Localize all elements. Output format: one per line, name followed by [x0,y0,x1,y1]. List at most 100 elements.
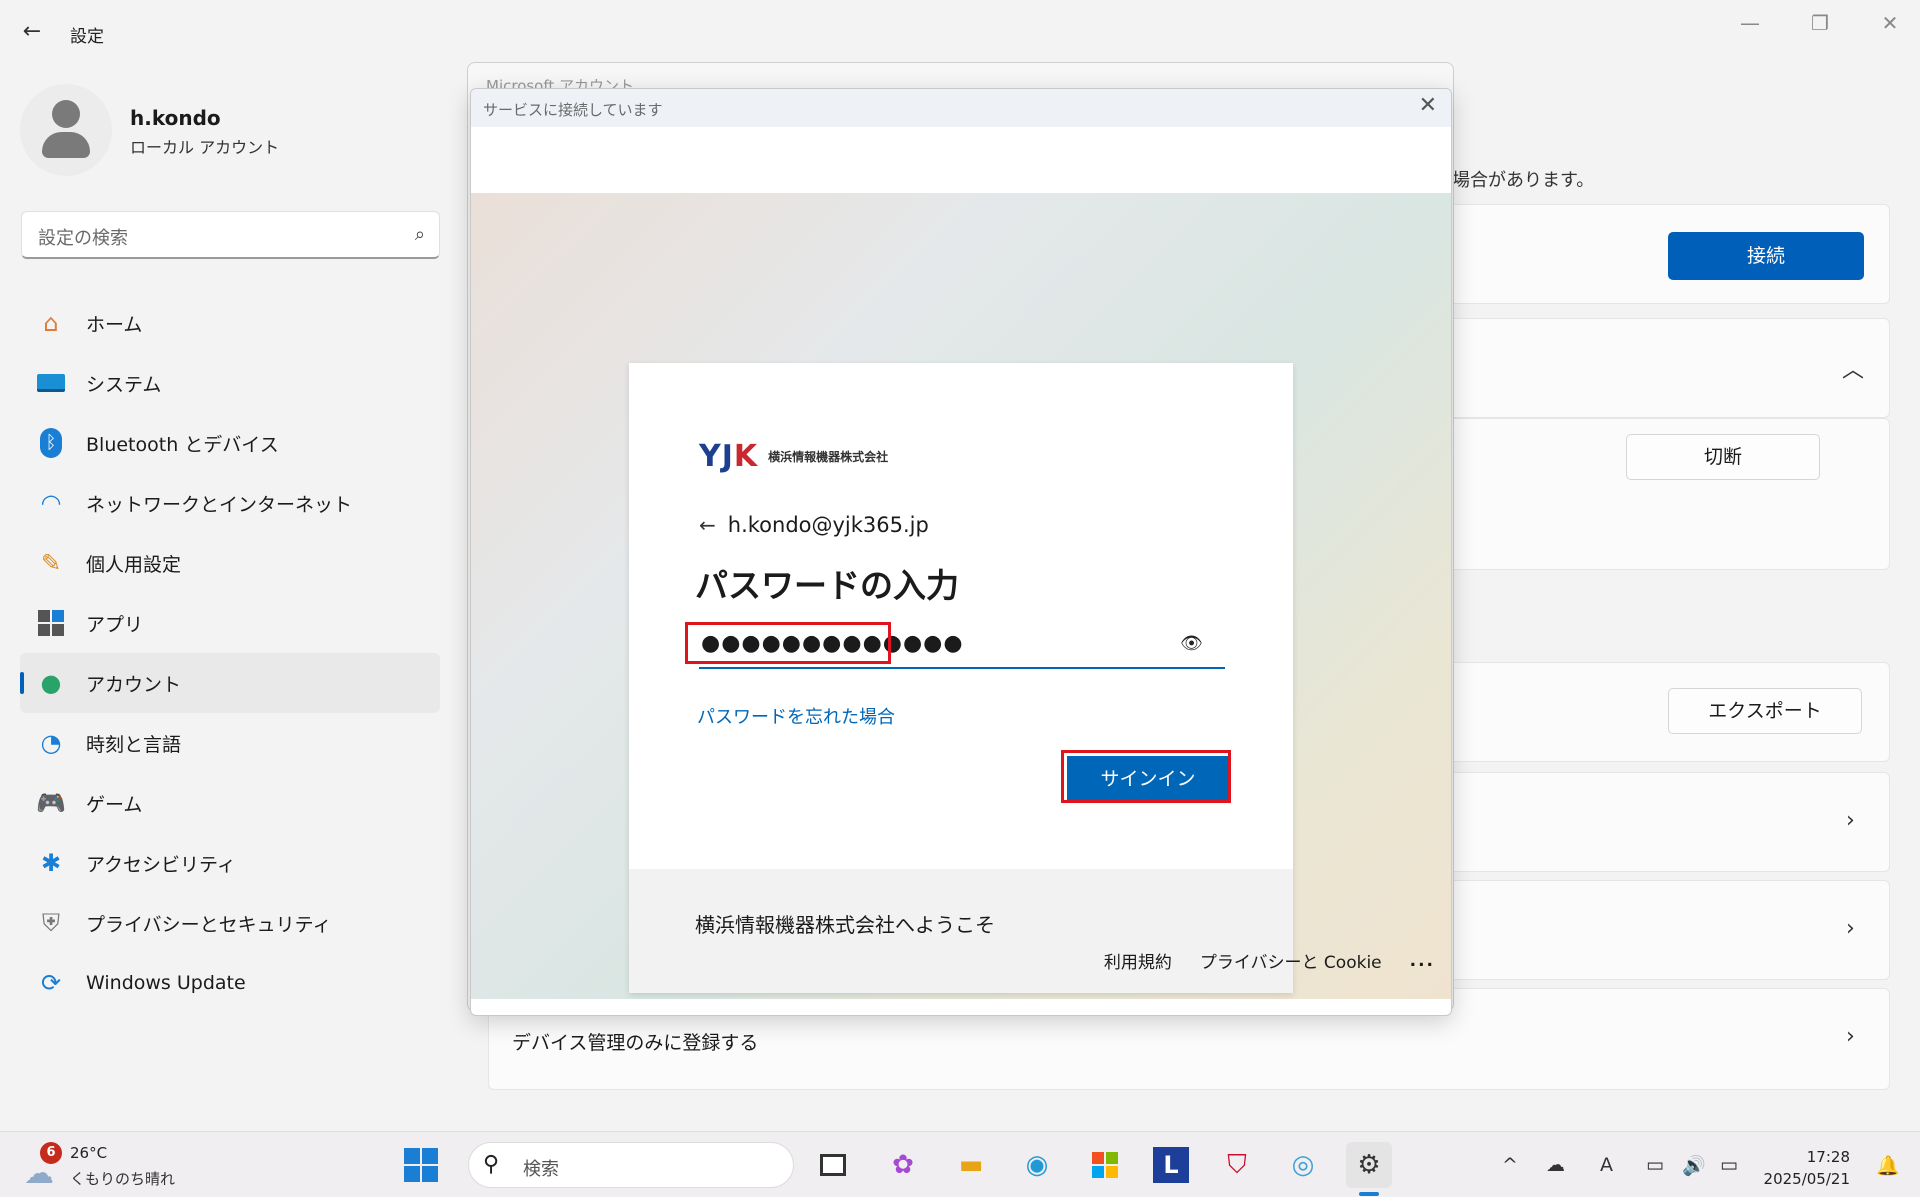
disconnect-button[interactable]: 切断 [1626,434,1820,480]
shield-icon: ⛨ [42,909,60,937]
search-icon: ⌕ [414,224,425,245]
sidebar-item-network[interactable]: ◠ ネットワークとインターネット [20,473,440,533]
temperature: 26°C [70,1144,108,1162]
onedrive-offline-icon[interactable]: ☁ [1546,1154,1565,1176]
edge-icon[interactable]: ◉ [1014,1142,1060,1188]
more-options-button[interactable]: ... [1410,951,1435,971]
account-type: ローカル アカウント [130,138,280,157]
sidebar-item-accessibility[interactable]: ✱ アクセシビリティ [20,833,440,893]
clock-globe-icon: ◔ [40,729,62,757]
app-title: 設定 [70,27,104,47]
sidebar-item-privacy[interactable]: ⛨ プライバシーとセキュリティ [20,893,440,953]
company-name: 横浜情報機器株式会社 [768,449,889,464]
sidebar-item-label: アプリ [86,613,144,636]
sidebar-item-accounts[interactable]: ● アカウント [20,653,440,713]
close-icon[interactable]: ✕ [1419,93,1437,118]
sidebar-item-label: ホーム [86,313,143,336]
system-icon [34,366,68,400]
account-icon: ● [40,669,62,697]
sidebar-item-label: 時刻と言語 [86,733,182,756]
sidebar-item-label: Bluetooth とデバイス [86,433,279,456]
sidebar-item-home[interactable]: ⌂ ホーム [20,293,440,353]
maximize-button[interactable]: ❐ [1798,8,1842,38]
email-text: h.kondo@yjk365.jp [727,513,929,537]
title-bar: ← 設定 — ❐ ✕ [0,0,1920,60]
device-management-label: デバイス管理のみに登録する [512,1032,759,1054]
search-icon: ⚲ [483,1152,500,1177]
dialog-header: サービスに接続しています ✕ [471,89,1451,127]
highlight-box [685,622,891,664]
sidebar-item-label: ネットワークとインターネット [86,493,353,516]
wifi-icon: ◠ [40,489,62,517]
l-app-icon[interactable]: L [1148,1142,1194,1188]
accessibility-icon: ✱ [40,849,62,877]
sidebar-item-label: システム [86,373,162,396]
back-arrow-icon[interactable]: ← [18,18,46,46]
sidebar-item-label: アクセシビリティ [86,853,236,876]
date: 2025/05/21 [1763,1170,1850,1188]
settings-search-input[interactable]: 設定の検索 ⌕ [21,211,440,259]
clock[interactable]: 17:28 2025/05/21 [1764,1146,1850,1190]
bluetooth-icon: ᛒ [34,426,68,460]
search-placeholder: 検索 [523,1159,559,1180]
copilot-icon[interactable]: ✿ [880,1142,926,1188]
sidebar-item-bluetooth[interactable]: ᛒ Bluetooth とデバイス [20,413,440,473]
sign-in-dialog: サービスに接続しています ✕ YJK 横浜情報機器株式会社 ← h.kondo@… [470,88,1452,1016]
chevron-right-icon: › [1846,808,1855,833]
gamepad-icon: 🎮 [36,789,66,817]
show-password-icon[interactable]: 👁 [1180,633,1203,654]
work-account-card [1440,318,1890,418]
ime-icon[interactable]: A [1600,1154,1613,1176]
store-icon[interactable] [1082,1142,1128,1188]
email-row: ← h.kondo@yjk365.jp [699,513,929,537]
weather-description: くもりのち晴れ [70,1170,176,1188]
search-placeholder: 設定の検索 [38,228,128,249]
active-app-indicator [1359,1192,1379,1196]
taskbar: ☁ 6 26°C くもりのち晴れ ⚲ 検索 ✿ ▬ ◉ L ⛉ ◎ ⚙ ^ ☁ … [0,1131,1920,1197]
sign-in-card: YJK 横浜情報機器株式会社 ← h.kondo@yjk365.jp パスワード… [629,363,1293,993]
volume-icon[interactable]: 🔊 [1682,1154,1706,1177]
taskbar-search-input[interactable]: ⚲ 検索 [468,1142,794,1188]
sidebar-item-apps[interactable]: アプリ [20,593,440,653]
sidebar-item-label: 個人用設定 [86,553,182,576]
company-logo: YJK 横浜情報機器株式会社 [699,438,889,474]
chevron-up-icon[interactable]: ^ [1502,1154,1518,1176]
back-arrow-icon[interactable]: ← [699,513,716,537]
sidebar-item-system[interactable]: システム [20,353,440,413]
export-button[interactable]: エクスポート [1668,688,1862,734]
notification-badge: 6 [40,1142,62,1164]
apps-icon [34,606,68,640]
sidebar-item-time-language[interactable]: ◔ 時刻と言語 [20,713,440,773]
sidebar-item-windows-update[interactable]: ⟳ Windows Update [20,953,440,1013]
forgot-password-link[interactable]: パスワードを忘れた場合 [697,703,895,729]
chevron-right-icon: › [1846,1024,1855,1049]
home-icon: ⌂ [43,309,59,337]
brush-icon: ✎ [40,549,62,577]
battery-icon[interactable]: ▭ [1720,1154,1738,1176]
mcafee-icon[interactable]: ⛉ [1214,1142,1260,1188]
settings-row[interactable] [1440,772,1890,872]
sidebar-item-personalization[interactable]: ✎ 個人用設定 [20,533,440,593]
network-app-icon[interactable]: ◎ [1280,1142,1326,1188]
sidebar-item-label: ゲーム [86,793,143,816]
chevron-up-icon[interactable]: ︿ [1842,352,1864,384]
terms-link[interactable]: 利用規約 [1104,948,1172,973]
welcome-text: 横浜情報機器株式会社へようこそ [695,913,995,937]
info-text: 場合があります。 [1452,170,1595,191]
close-button[interactable]: ✕ [1868,8,1912,38]
privacy-link[interactable]: プライバシーと Cookie [1200,948,1382,973]
dialog-background: YJK 横浜情報機器株式会社 ← h.kondo@yjk365.jp パスワード… [471,193,1451,999]
dialog-title: サービスに接続しています [483,101,663,119]
yjk-logo-icon: YJK [699,438,759,474]
start-icon[interactable] [398,1142,444,1188]
settings-row[interactable] [1440,880,1890,980]
update-icon: ⟳ [40,969,62,997]
file-explorer-icon[interactable]: ▬ [948,1142,994,1188]
connect-button[interactable]: 接続 [1668,232,1864,280]
sidebar-item-gaming[interactable]: 🎮 ゲーム [20,773,440,833]
notifications-icon[interactable]: 🔔 [1876,1154,1900,1177]
minimize-button[interactable]: — [1728,8,1772,38]
network-icon[interactable]: ▭ [1646,1154,1664,1176]
settings-app-icon[interactable]: ⚙ [1346,1142,1392,1188]
task-view-icon[interactable] [810,1142,856,1188]
